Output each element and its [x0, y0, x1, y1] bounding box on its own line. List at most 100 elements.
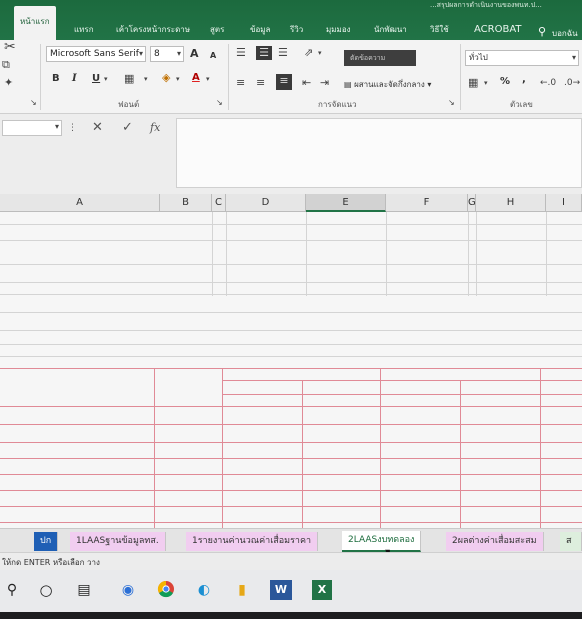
column-gridline: [546, 212, 547, 296]
column-gridline: [306, 212, 307, 296]
underline-button[interactable]: U: [92, 72, 100, 86]
tab-page-layout[interactable]: เค้าโครงหน้ากระดาษ: [116, 22, 190, 40]
chrome-logo: [157, 580, 174, 598]
search-icon[interactable]: ⚲: [2, 580, 22, 600]
font-color-button[interactable]: A: [192, 71, 200, 85]
sheet-tab-cover[interactable]: ปก: [34, 532, 59, 551]
bold-button[interactable]: B: [52, 72, 60, 86]
tab-review[interactable]: รีวิว: [290, 22, 303, 40]
column-header-a[interactable]: A: [0, 194, 160, 212]
increase-indent-icon[interactable]: ⇥: [320, 76, 329, 90]
column-header-h[interactable]: H: [476, 194, 546, 212]
align-right-icon[interactable]: ≡: [276, 74, 292, 90]
italic-button[interactable]: I: [72, 72, 77, 86]
chevron-down-icon[interactable]: ▾: [104, 72, 108, 86]
column-header-b[interactable]: B: [160, 194, 212, 212]
cancel-icon[interactable]: ✕: [92, 120, 103, 136]
tab-formulas[interactable]: สูตร: [210, 22, 224, 40]
borders-icon[interactable]: ▦: [124, 72, 134, 86]
grow-font-button[interactable]: A: [190, 47, 199, 61]
increase-decimal-icon[interactable]: ←.0: [540, 76, 556, 90]
decrease-indent-icon[interactable]: ⇤: [302, 76, 311, 90]
align-middle-icon[interactable]: ☰: [256, 46, 272, 60]
font-name-select[interactable]: Microsoft Sans Serif ▾: [46, 46, 146, 62]
column-headers: A B C D E F G H I: [0, 194, 582, 212]
font-group-label: ฟอนต์: [118, 100, 140, 109]
align-center-icon[interactable]: ≡: [256, 76, 265, 90]
font-launcher-icon[interactable]: ↘: [216, 96, 223, 110]
align-top-icon[interactable]: ☰: [236, 46, 246, 60]
column-gridline: [468, 212, 469, 296]
chevron-down-icon[interactable]: ▾: [144, 72, 148, 86]
formula-input[interactable]: [176, 118, 582, 188]
copy-icon[interactable]: ⧉: [2, 58, 10, 72]
row-gridline: [0, 356, 582, 357]
lightbulb-icon[interactable]: ⚲: [538, 26, 550, 38]
column-header-f[interactable]: F: [386, 194, 468, 212]
task-view-icon[interactable]: ○: [36, 580, 56, 600]
cut-icon[interactable]: ✂: [4, 40, 16, 54]
tab-developer[interactable]: นักพัฒนา: [374, 22, 407, 40]
tab-help[interactable]: วิธีใช้: [430, 22, 449, 40]
table-border: [222, 380, 582, 381]
sheet-tab-laas-database[interactable]: 1LAASฐานข้อมูลทส.: [70, 532, 166, 551]
align-bottom-icon[interactable]: ☰: [278, 46, 288, 60]
align-left-icon[interactable]: ≡: [236, 76, 245, 90]
edge-icon[interactable]: ◐: [194, 580, 214, 600]
column-header-c[interactable]: C: [212, 194, 226, 212]
tell-me-input[interactable]: บอกฉัน: [552, 27, 578, 40]
tab-view[interactable]: มุมมอง: [326, 22, 351, 40]
column-header-g[interactable]: G: [468, 194, 476, 212]
sheet-tab-bar: ปก 1LAASฐานข้อมูลทส. 1รายงานค่านวณค่าเสื…: [0, 528, 582, 552]
edge-legacy-icon[interactable]: ◉: [118, 580, 138, 600]
percent-style-button[interactable]: %: [500, 75, 510, 89]
excel-icon[interactable]: X: [312, 580, 332, 600]
orientation-icon[interactable]: ⇗: [304, 46, 313, 60]
table-border: [154, 368, 155, 528]
number-format-select[interactable]: ทั่วไป ▾: [465, 50, 579, 66]
tab-acrobat[interactable]: ACROBAT: [474, 22, 522, 40]
insert-function-icon[interactable]: fx: [150, 120, 160, 136]
status-bar: ให้กด ENTER หรือเลือก วาง: [0, 552, 582, 570]
shrink-font-button[interactable]: A: [210, 49, 216, 63]
tab-insert[interactable]: แทรก: [74, 22, 94, 40]
decrease-decimal-icon[interactable]: .0→: [564, 76, 580, 90]
merge-center-label: ผสานและจัดกึ่งกลาง: [354, 80, 425, 89]
clipboard-launcher-icon[interactable]: ↘: [30, 96, 37, 110]
font-size-select[interactable]: 8 ▾: [150, 46, 184, 62]
windows-taskbar: ⚲ ○ ▤ ◉ ◐ ▮ W X: [0, 570, 582, 612]
name-box[interactable]: ▾: [2, 120, 62, 136]
accounting-format-icon[interactable]: ▦: [468, 76, 478, 90]
worksheet-grid[interactable]: A B C D E F G H I: [0, 194, 582, 528]
sheet-tab-depreciation-report[interactable]: 1รายงานค่านวณค่าเสื่อมราคา: [186, 532, 319, 551]
chrome-icon[interactable]: [156, 580, 176, 600]
status-text: ให้กด ENTER หรือเลือก วาง: [2, 558, 100, 567]
column-gridline: [212, 212, 213, 296]
tab-data[interactable]: ข้อมูล: [250, 22, 270, 40]
file-explorer-icon[interactable]: ▮: [232, 580, 252, 600]
column-header-d[interactable]: D: [226, 194, 306, 212]
sheet-tab-accum-depreciation-diff[interactable]: 2ผลต่างค่าเสื่อมสะสม: [446, 532, 544, 551]
table-border: [0, 368, 582, 369]
chevron-down-icon[interactable]: ▾: [484, 76, 488, 90]
ribbon-tab-bar: ...สรุปผลการดำเนินงานของพนท.ป... หน้าแรก…: [0, 0, 582, 40]
chevron-down-icon[interactable]: ▾: [318, 46, 322, 60]
chevron-down-icon[interactable]: ▾: [206, 72, 210, 86]
column-header-i[interactable]: I: [546, 194, 582, 212]
column-header-e[interactable]: E: [306, 194, 386, 212]
alignment-launcher-icon[interactable]: ↘: [448, 96, 455, 110]
row-gridline: [0, 294, 582, 295]
sheet-tab-next[interactable]: ส: [560, 532, 582, 551]
timeline-icon[interactable]: ▤: [74, 580, 94, 600]
merge-center-button[interactable]: ▤ ผสานและจัดกึ่งกลาง ▾: [344, 78, 431, 91]
enter-icon[interactable]: ✓: [122, 120, 133, 136]
fill-color-icon[interactable]: ◈: [162, 71, 170, 85]
formula-bar-grip-icon: ⋮: [68, 123, 77, 133]
format-painter-icon[interactable]: ✦: [4, 76, 13, 90]
comma-style-button[interactable]: ,: [522, 73, 526, 87]
word-icon[interactable]: W: [270, 580, 292, 600]
wrap-text-button[interactable]: ตัดข้อความ: [344, 50, 416, 66]
formula-bar: ▾ ⋮ ✕ ✓ fx: [0, 114, 582, 194]
chevron-down-icon[interactable]: ▾: [176, 72, 180, 86]
tab-home[interactable]: หน้าแรก: [14, 6, 56, 40]
